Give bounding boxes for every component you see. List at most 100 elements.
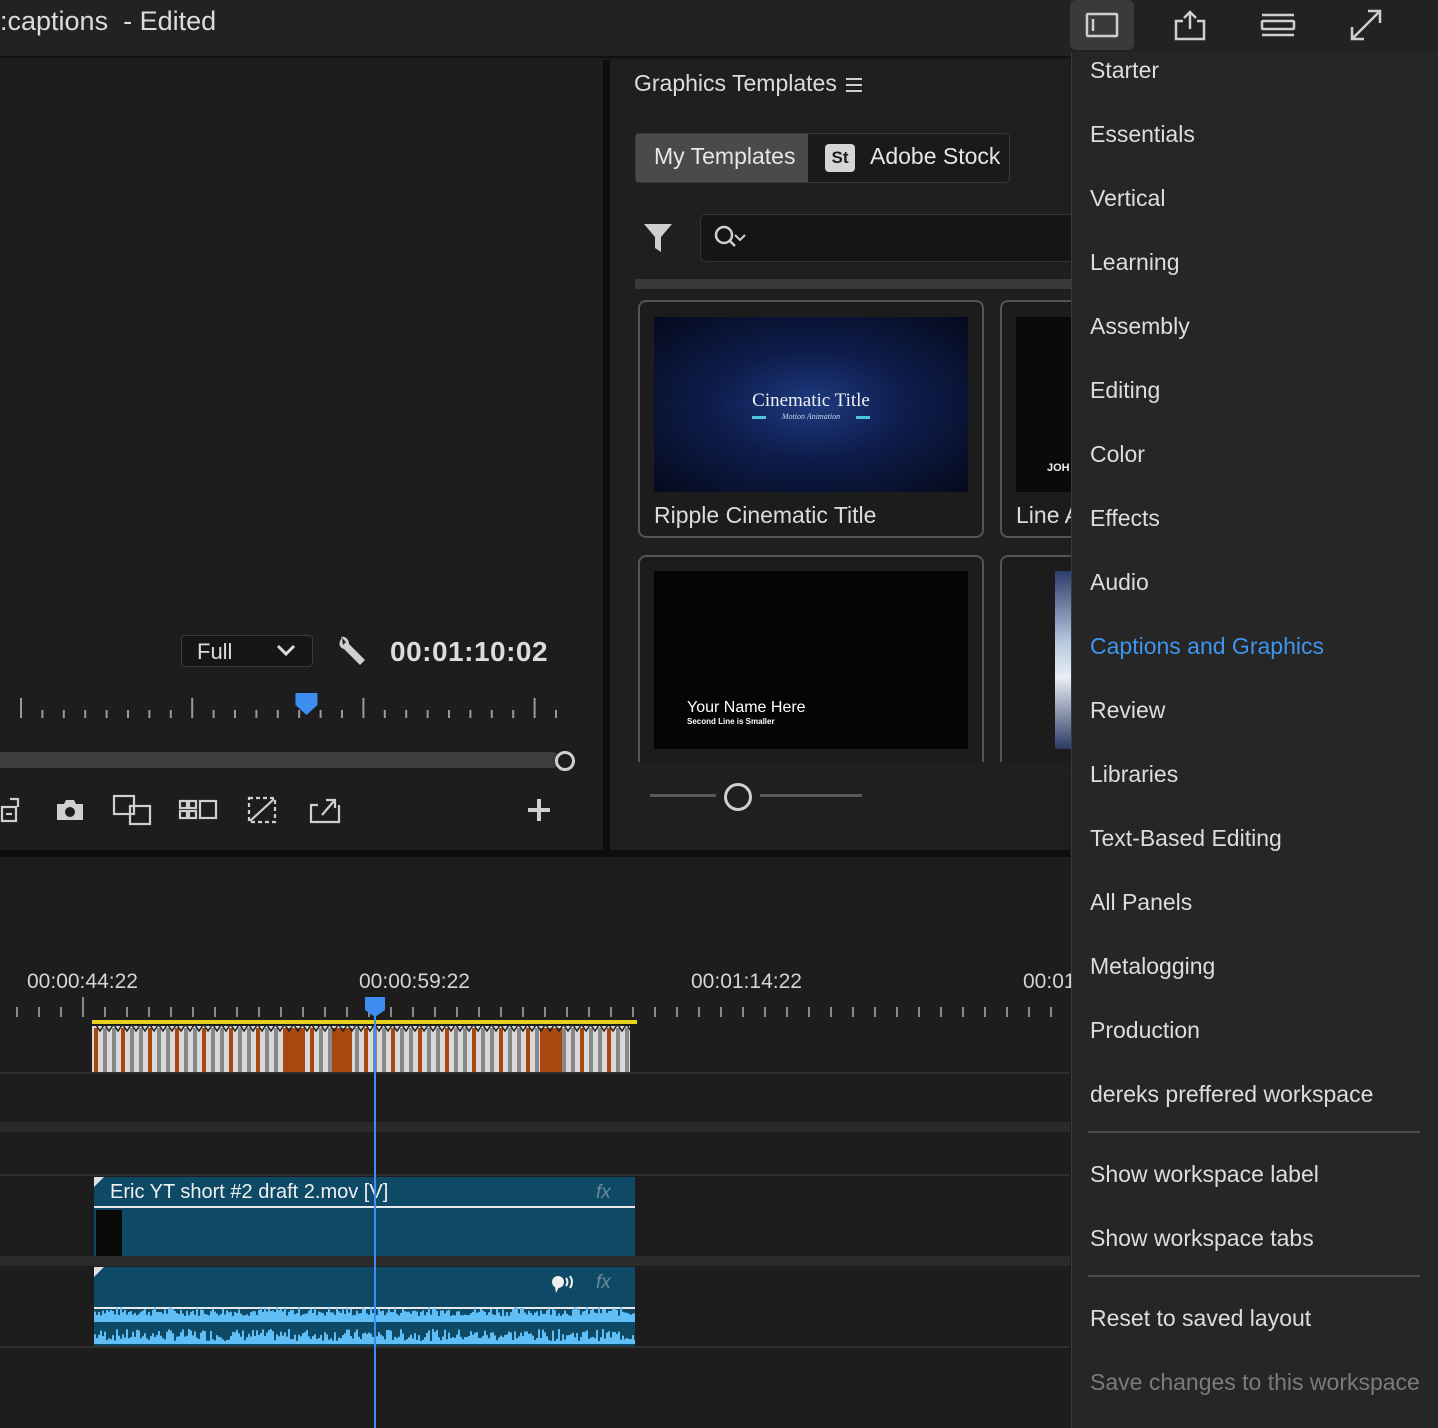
fullscreen-icon[interactable] xyxy=(1334,0,1398,50)
waveform-bar xyxy=(114,1340,116,1344)
waveform-bar xyxy=(318,1337,320,1344)
thumbnail-size-slider-track[interactable] xyxy=(760,794,862,797)
waveform-bar xyxy=(194,1314,196,1318)
workspace-item[interactable]: Libraries xyxy=(1090,761,1178,788)
workspace-item[interactable]: All Panels xyxy=(1090,889,1192,916)
workspace-item[interactable]: Essentials xyxy=(1090,121,1195,148)
workspace-item[interactable]: Starter xyxy=(1090,57,1159,84)
waveform-bar xyxy=(562,1334,564,1344)
waveform-bar xyxy=(452,1314,454,1318)
panel-divider[interactable] xyxy=(603,60,610,850)
waveform-bar xyxy=(344,1313,346,1318)
waveform-bar xyxy=(494,1335,496,1344)
waveform-bar xyxy=(538,1329,540,1344)
waveform-bar xyxy=(334,1332,336,1344)
search-input[interactable] xyxy=(700,214,1090,262)
workspace-item[interactable]: dereks preffered workspace xyxy=(1090,1081,1373,1108)
waveform-bar xyxy=(460,1315,462,1318)
workspace-item[interactable]: Audio xyxy=(1090,569,1149,596)
playhead-line[interactable] xyxy=(374,1010,376,1428)
waveform-bar xyxy=(396,1338,398,1344)
workspace-item[interactable]: Review xyxy=(1090,697,1165,724)
waveform-bar xyxy=(368,1332,370,1344)
insert-icon[interactable] xyxy=(0,792,26,828)
waveform-bar xyxy=(110,1309,112,1318)
waveform-bar xyxy=(254,1335,256,1344)
waveform-bar xyxy=(180,1332,182,1344)
workspaces-icon[interactable] xyxy=(1070,0,1134,50)
waveform-bar xyxy=(526,1314,528,1318)
waveform-bar xyxy=(632,1313,634,1318)
waveform-bar xyxy=(164,1339,166,1344)
workspace-item[interactable]: Metalogging xyxy=(1090,953,1215,980)
waveform-bar xyxy=(524,1331,526,1344)
thumbnail-size-slider-handle[interactable] xyxy=(724,783,752,811)
waveform-bar xyxy=(124,1309,126,1318)
workspace-item[interactable]: Learning xyxy=(1090,249,1180,276)
caption-segment xyxy=(499,1028,503,1072)
workspace-item[interactable]: Editing xyxy=(1090,377,1160,404)
proxy-toggle-icon[interactable] xyxy=(246,792,278,828)
playhead-timecode[interactable]: 00:01:10:02 xyxy=(390,636,548,668)
zoom-scroll-handle[interactable] xyxy=(555,751,575,771)
program-time-ruler[interactable] xyxy=(0,690,570,730)
waveform-bar xyxy=(598,1340,600,1344)
tab-adobe-stock-label[interactable]: Adobe Stock xyxy=(870,143,1000,170)
waveform-bar xyxy=(158,1312,160,1318)
panel-divider[interactable] xyxy=(0,850,1070,857)
multi-camera-icon[interactable] xyxy=(178,792,218,828)
playhead-handle[interactable] xyxy=(363,996,387,1018)
show-workspace-label-option[interactable]: Show workspace label xyxy=(1090,1161,1319,1188)
share-icon[interactable] xyxy=(1158,0,1222,50)
waveform-bar xyxy=(128,1311,130,1318)
panel-title[interactable]: Graphics Templates xyxy=(634,70,837,97)
waveform-bar xyxy=(132,1314,134,1318)
add-button-icon[interactable] xyxy=(526,792,552,828)
waveform-bar xyxy=(364,1308,366,1318)
workspace-item[interactable]: Production xyxy=(1090,1017,1200,1044)
search-icon xyxy=(713,224,747,257)
show-workspace-tabs-option[interactable]: Show workspace tabs xyxy=(1090,1225,1314,1252)
waveform-bar xyxy=(428,1330,430,1344)
filter-icon[interactable] xyxy=(643,222,673,259)
waveform-bar xyxy=(316,1315,318,1318)
waveform-bar xyxy=(634,1339,635,1344)
waveform-bar xyxy=(438,1337,440,1344)
workspace-item[interactable]: Vertical xyxy=(1090,185,1165,212)
waveform-bar xyxy=(230,1311,232,1318)
waveform-bar xyxy=(214,1311,216,1318)
workspace-item[interactable]: Color xyxy=(1090,441,1145,468)
wrench-icon[interactable] xyxy=(336,634,368,673)
templates-scroll-bar[interactable] xyxy=(635,279,1075,289)
program-monitor-panel xyxy=(0,60,603,850)
thumbnail-size-slider-track[interactable] xyxy=(650,794,716,797)
panel-menu-icon[interactable] xyxy=(845,76,863,99)
waveform-bar xyxy=(430,1314,432,1318)
workspace-item[interactable]: Effects xyxy=(1090,505,1160,532)
waveform-bar xyxy=(96,1314,98,1318)
workspace-item[interactable]: Text-Based Editing xyxy=(1090,825,1282,852)
waveform-bar xyxy=(494,1315,496,1318)
timeline-ruler[interactable] xyxy=(0,995,1070,1020)
waveform-bar xyxy=(94,1311,96,1318)
waveform-bar xyxy=(162,1338,164,1344)
waveform-bar xyxy=(398,1315,400,1318)
caption-track[interactable] xyxy=(92,1020,637,1072)
comparison-view-icon[interactable] xyxy=(112,792,154,828)
waveform-bar xyxy=(384,1339,386,1344)
workspace-item[interactable]: Captions and Graphics xyxy=(1090,633,1324,660)
reset-layout-option[interactable]: Reset to saved layout xyxy=(1090,1305,1311,1332)
waveform-bar xyxy=(330,1312,332,1318)
zoom-scroll-bar[interactable] xyxy=(0,752,560,768)
caption-segment xyxy=(130,1028,134,1072)
waveform-bar xyxy=(580,1337,582,1344)
waveform-bar xyxy=(240,1336,242,1344)
waveform-bar xyxy=(386,1312,388,1318)
waveform-bar xyxy=(322,1340,324,1344)
camera-icon[interactable] xyxy=(54,792,86,828)
export-frame-icon[interactable] xyxy=(308,792,342,828)
waveform-bar xyxy=(190,1330,192,1344)
quick-export-icon[interactable] xyxy=(1246,0,1310,50)
workspace-item[interactable]: Assembly xyxy=(1090,313,1190,340)
waveform-bar xyxy=(394,1336,396,1344)
